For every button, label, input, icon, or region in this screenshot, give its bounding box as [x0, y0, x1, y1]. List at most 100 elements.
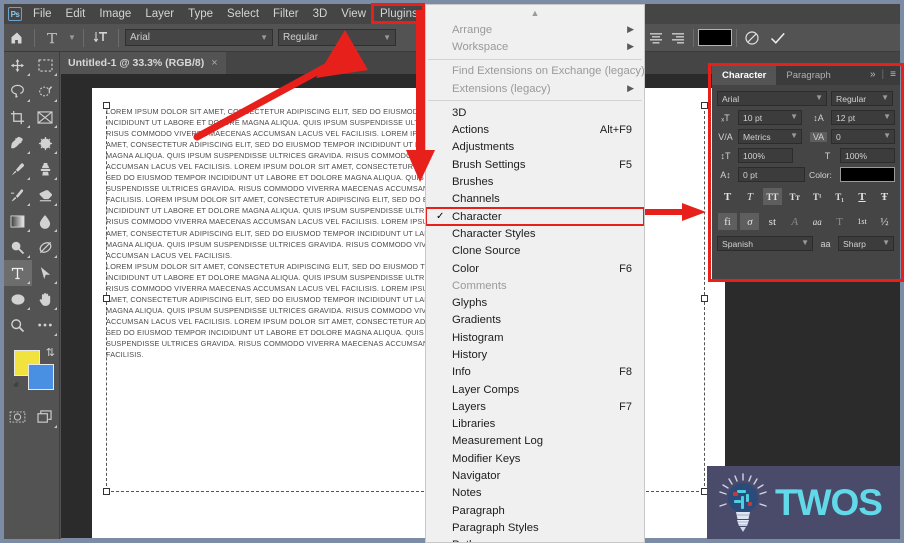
menu-item-image[interactable]: Image: [92, 4, 138, 24]
menu-item-libraries[interactable]: Libraries: [426, 416, 644, 433]
menu-item-adjustments[interactable]: Adjustments: [426, 139, 644, 156]
menu-item-layer-comps[interactable]: Layer Comps: [426, 381, 644, 398]
home-icon[interactable]: [4, 25, 30, 51]
font-style-select[interactable]: Regular ▼: [278, 29, 396, 46]
menu-item-select[interactable]: Select: [220, 4, 266, 24]
menu-item-3d-panel[interactable]: 3D: [426, 104, 644, 121]
menu-item-info[interactable]: Info F8: [426, 364, 644, 381]
default-colors-icon[interactable]: ◾: [10, 380, 22, 391]
menu-item-arrange[interactable]: Arrange ▶: [426, 21, 644, 38]
menu-item-label: Character: [452, 210, 502, 223]
background-color-swatch[interactable]: [28, 364, 54, 390]
menu-item-clone-source[interactable]: Clone Source: [426, 243, 644, 260]
menu-item-layers[interactable]: Layers F7: [426, 398, 644, 415]
blur-tool[interactable]: [32, 208, 60, 234]
ellipse-tool[interactable]: [4, 286, 32, 312]
frame-tool[interactable]: [32, 104, 60, 130]
menu-item-histogram[interactable]: Histogram: [426, 329, 644, 346]
menu-item-color[interactable]: Color F6: [426, 260, 644, 277]
menu-item-gradients[interactable]: Gradients: [426, 312, 644, 329]
menu-item-label: Paths: [452, 539, 481, 542]
rectangular-marquee-tool[interactable]: [32, 52, 60, 78]
object-selection-tool[interactable]: [32, 78, 60, 104]
menu-item-filter[interactable]: Filter: [266, 4, 306, 24]
history-brush-tool[interactable]: [4, 182, 32, 208]
menu-item-view[interactable]: View: [334, 4, 373, 24]
checkmark-icon: ✓: [436, 211, 445, 223]
text-box-handle-top-left[interactable]: [103, 102, 110, 109]
clone-stamp-tool[interactable]: [32, 156, 60, 182]
align-right-button[interactable]: [667, 27, 689, 49]
text-orientation-icon[interactable]: [88, 25, 114, 51]
menu-item-navigator[interactable]: Navigator: [426, 467, 644, 484]
text-color-swatch[interactable]: [698, 29, 732, 46]
menu-item-character-styles[interactable]: Character Styles: [426, 225, 644, 242]
path-selection-tool[interactable]: [32, 260, 60, 286]
menu-item-3d[interactable]: 3D: [306, 4, 335, 24]
edit-toolbar-tool[interactable]: [32, 312, 60, 338]
text-box-handle-middle-right[interactable]: [701, 295, 708, 302]
eraser-tool[interactable]: [32, 182, 60, 208]
menu-item-label: Color: [452, 262, 479, 275]
menu-item-extensions-legacy[interactable]: Extensions (legacy) ▶: [426, 80, 644, 97]
menu-item-modifier-keys[interactable]: Modifier Keys: [426, 450, 644, 467]
commit-checkmark-icon[interactable]: [767, 27, 789, 49]
swap-colors-icon[interactable]: ⇅: [46, 346, 55, 359]
menu-item-edit[interactable]: Edit: [59, 4, 93, 24]
menu-item-label: Paragraph: [452, 504, 505, 517]
menu-item-measurement-log[interactable]: Measurement Log: [426, 433, 644, 450]
cancel-icon[interactable]: [741, 27, 763, 49]
type-tool-icon[interactable]: [39, 25, 65, 51]
menu-item-character[interactable]: ✓ Character: [426, 206, 644, 227]
window-menu-dropdown[interactable]: ▲ Arrange ▶ Workspace ▶ Find Extensions …: [425, 4, 645, 543]
menu-item-comments[interactable]: Comments: [426, 277, 644, 294]
menu-item-brushes[interactable]: Brushes: [426, 173, 644, 190]
quick-mask-icon[interactable]: [4, 404, 32, 430]
menu-item-paragraph-styles[interactable]: Paragraph Styles: [426, 519, 644, 536]
menu-item-history[interactable]: History: [426, 346, 644, 363]
menu-scroll-up-icon[interactable]: ▲: [426, 5, 644, 21]
menu-item-type[interactable]: Type: [181, 4, 220, 24]
document-tab-untitled-1[interactable]: Untitled-1 @ 33.3% (RGB/8) ×: [60, 52, 226, 74]
type-tool[interactable]: [4, 260, 32, 286]
tool-row: [4, 182, 59, 208]
text-box-handle-bottom-left[interactable]: [103, 488, 110, 495]
menu-item-label: Adjustments: [452, 141, 515, 154]
menu-item-brush-settings[interactable]: Brush Settings F5: [426, 156, 644, 173]
spot-healing-brush-tool[interactable]: [32, 130, 60, 156]
brush-tool[interactable]: [4, 156, 32, 182]
menu-item-channels[interactable]: Channels: [426, 191, 644, 208]
dodge-tool[interactable]: [4, 234, 32, 260]
font-family-select[interactable]: Arial ▼: [125, 29, 273, 46]
menu-item-find-extensions[interactable]: Find Extensions on Exchange (legacy)...: [426, 63, 644, 80]
menu-item-label: Brushes: [452, 176, 494, 189]
tool-preset-chevron-down-icon[interactable]: ▼: [65, 25, 79, 51]
menu-item-layer[interactable]: Layer: [138, 4, 181, 24]
lasso-tool[interactable]: [4, 78, 32, 104]
align-center-button[interactable]: [645, 27, 667, 49]
pen-tool[interactable]: [32, 234, 60, 260]
menu-separator: [428, 100, 642, 102]
menu-item-notes[interactable]: Notes: [426, 485, 644, 502]
menu-item-file[interactable]: File: [26, 4, 59, 24]
menu-item-paths[interactable]: Paths: [426, 537, 644, 542]
chevron-down-icon: ▼: [383, 33, 391, 42]
text-box-handle-middle-left[interactable]: [103, 295, 110, 302]
screen-mode-icon[interactable]: [32, 404, 60, 430]
eyedropper-tool[interactable]: [4, 130, 32, 156]
close-icon[interactable]: ×: [211, 57, 217, 69]
text-box-handle-top-right[interactable]: [701, 102, 708, 109]
menu-item-label: Libraries: [452, 418, 496, 431]
menu-item-glyphs[interactable]: Glyphs: [426, 294, 644, 311]
tool-row: [4, 78, 59, 104]
options-divider-2: [83, 28, 84, 47]
menu-item-label: Comments: [452, 279, 507, 292]
crop-tool[interactable]: [4, 104, 32, 130]
hand-tool[interactable]: [32, 286, 60, 312]
move-tool[interactable]: [4, 52, 32, 78]
menu-item-workspace[interactable]: Workspace ▶: [426, 38, 644, 55]
zoom-tool[interactable]: [4, 312, 32, 338]
gradient-tool[interactable]: [4, 208, 32, 234]
menu-item-actions[interactable]: Actions Alt+F9: [426, 121, 644, 138]
menu-item-paragraph[interactable]: Paragraph: [426, 502, 644, 519]
